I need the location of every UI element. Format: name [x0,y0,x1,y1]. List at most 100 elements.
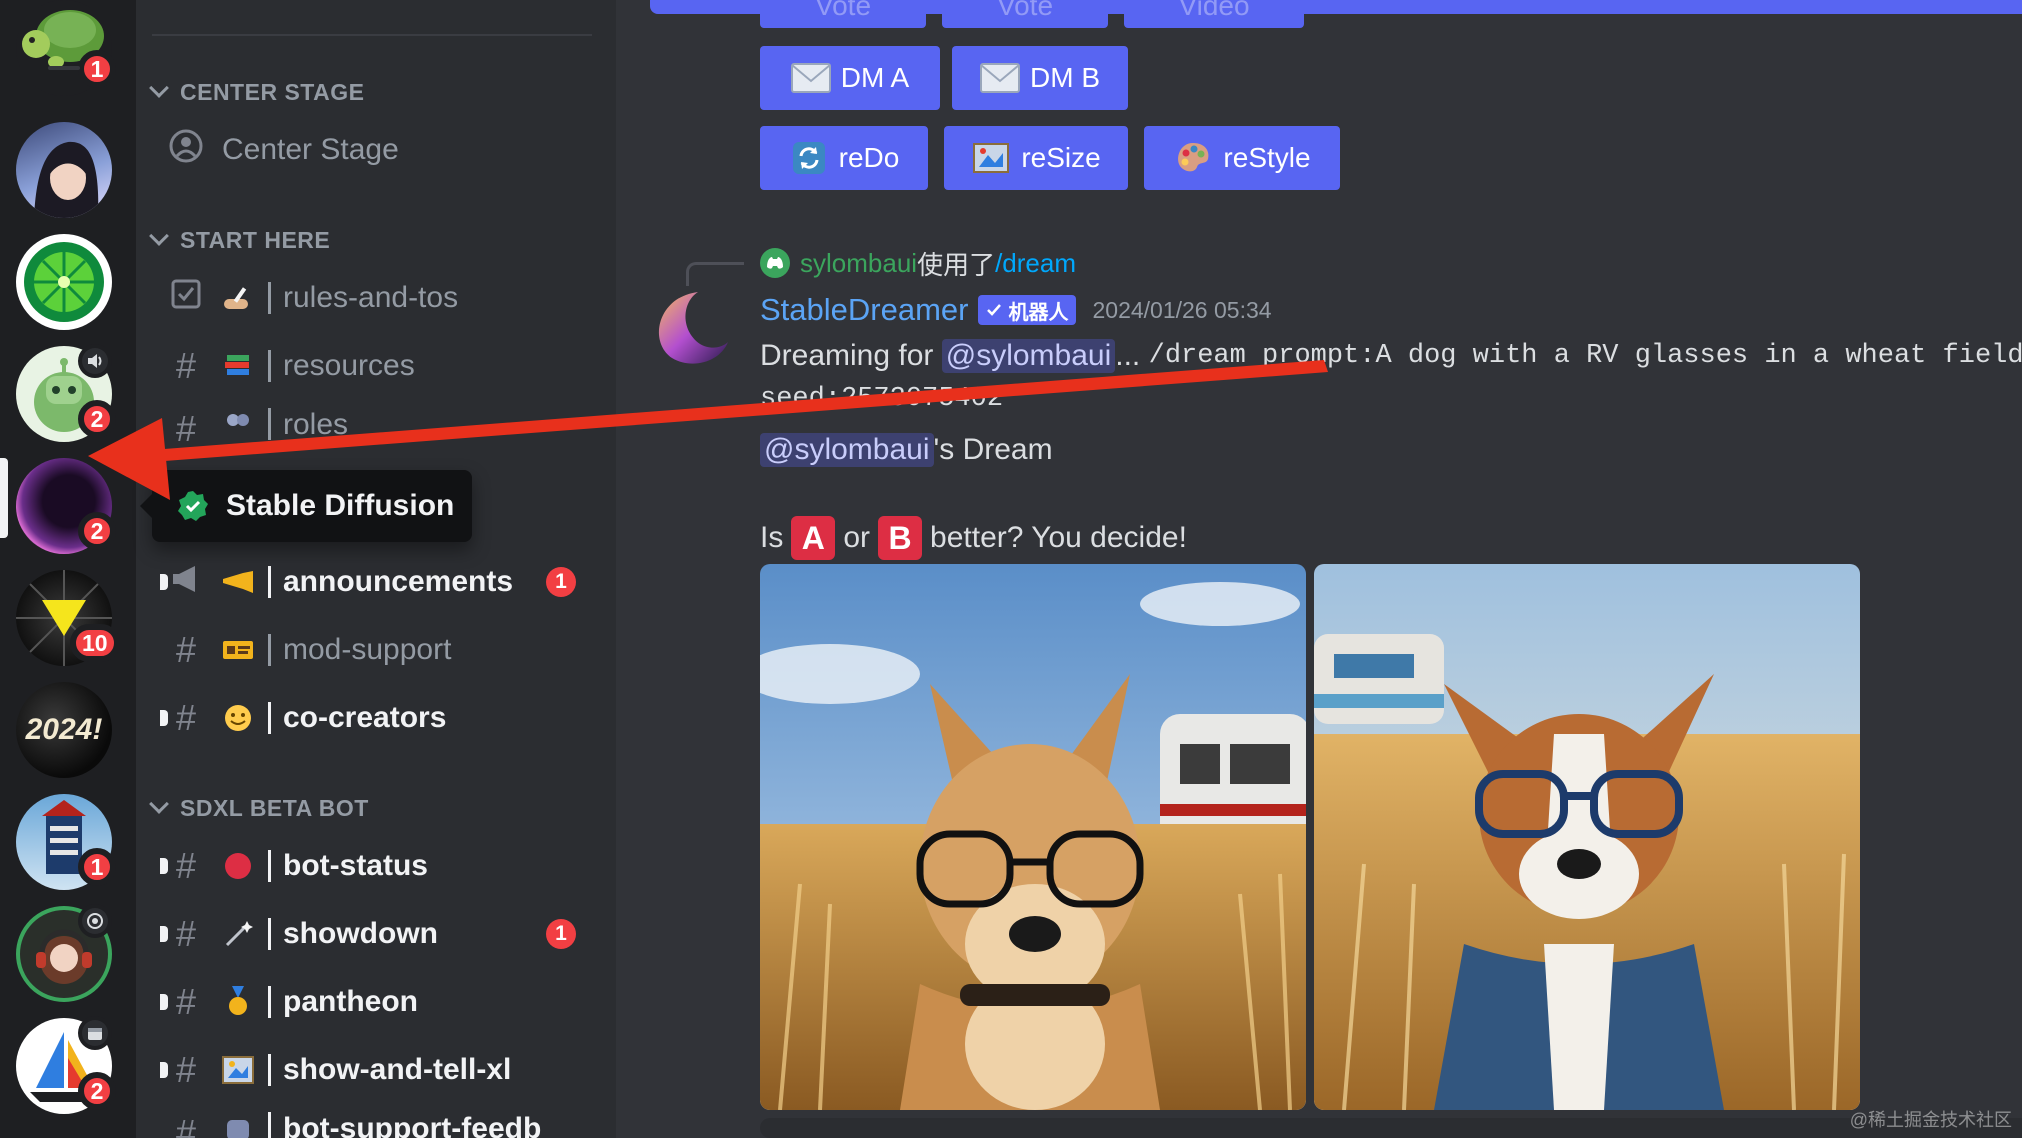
video-button[interactable]: Video [1124,0,1304,28]
channel-label: announcements [283,565,514,598]
channel-rules-and-tos[interactable]: rules-and-tos [166,272,586,324]
generated-image-a[interactable] [760,564,1306,1110]
separator-bar [268,702,271,734]
discord-avatar-icon [760,248,790,278]
author-name[interactable]: StableDreamer [760,292,968,328]
mention-count-badge: 1 [546,567,576,597]
stage-channel-icon [166,128,206,173]
books-icon [218,349,258,383]
hash-icon: # [175,697,197,738]
category-sdxl-beta-bot[interactable]: SDXL BETA BOT [146,792,369,824]
palette-icon [1173,141,1213,175]
rail-separator [48,66,80,70]
stable-diffusion-server-icon[interactable]: 2 [16,458,116,554]
reply-connector [686,262,744,286]
rv-trailer [1314,634,1444,724]
button-label: Video [1178,0,1250,21]
lime-server-icon[interactable] [16,234,112,330]
generated-image-b[interactable] [1314,564,1860,1110]
channel-bot-status[interactable]: # bot-status [160,840,586,892]
separator-bar [268,350,271,382]
message-line-dreaming: Dreaming for @sylombaui... /dream prompt… [760,334,2022,378]
vote-b-button[interactable]: Vote [942,0,1108,28]
chevron-down-icon [149,794,169,814]
horn-icon [218,565,258,599]
tooltip-label: Stable Diffusion [226,489,455,522]
server-badge: 2 [78,400,116,438]
medal-icon [218,985,258,1019]
unread-indicator [160,926,168,942]
channel-mod-support[interactable]: # mod-support [166,624,586,676]
chevron-down-icon [149,226,169,246]
restyle-button[interactable]: reStyle [1144,126,1340,190]
watermark-text: @稀土掘金技术社区 [1849,1110,2012,1130]
server-badge: 10 [70,624,120,662]
channel-pantheon[interactable]: # pantheon [160,976,586,1028]
new-year-server-icon[interactable]: 2024! [16,682,112,778]
stabledreamer-avatar[interactable] [646,286,730,370]
category-start-here[interactable]: START HERE [146,224,330,256]
user-mention[interactable]: @sylombaui [760,433,934,467]
decide-is-text: Is [760,521,784,554]
channel-label: showdown [283,917,438,950]
channel-label: bot-support-feedb [283,1112,542,1138]
hash-icon: # [175,981,197,1022]
dm-a-button[interactable]: DM A [760,46,940,110]
user-mention[interactable]: @sylombaui [941,339,1116,373]
resize-button[interactable]: reSize [944,126,1128,190]
channel-label: pantheon [283,985,418,1018]
channel-label: bot-status [283,849,428,882]
separator-bar [268,566,271,598]
reply-username[interactable]: sylombaui [800,248,917,279]
channel-label: rules-and-tos [283,281,459,314]
server-rail: 1 2 2 10 2024! 1 2 [0,0,136,1138]
selected-server-pill [0,458,8,538]
category-center-stage[interactable]: CENTER STAGE [146,76,364,108]
channel-show-and-tell-xl[interactable]: # show-and-tell-xl [160,1044,586,1096]
message-line-decide: Is A or B better? You decide! [760,514,1187,562]
hash-icon: # [175,1049,197,1090]
channel-center-stage[interactable]: Center Stage [166,124,586,176]
b-button-emoji: B [878,516,923,560]
reply-used-text: 使用了 [917,249,996,280]
people-icon [218,408,258,442]
channel-label: mod-support [283,633,452,666]
hash-icon: # [175,629,197,670]
smile-icon [218,701,258,735]
stage-icon [78,904,112,938]
server-name-tooltip: Stable Diffusion [140,470,472,542]
button-label: Vote [996,0,1054,21]
channel-announcements[interactable]: announcements 1 [160,556,586,608]
reply-command[interactable]: /dream [995,248,1076,279]
bot-tag-label: 机器人 [1008,301,1069,324]
separator-bar [268,986,271,1018]
unread-indicator [160,994,168,1010]
message-line-dream-title: @sylombaui's Dream [760,428,1053,472]
channel-bot-support-feedback[interactable]: # bot-support-feedb [166,1112,586,1138]
vote-a-button[interactable]: Vote [760,0,926,28]
channel-co-creators[interactable]: # co-creators [160,692,586,744]
command-reply-header[interactable]: sylombaui 使用了 /dream [760,246,1076,280]
keep-calm-server-icon[interactable]: 1 [16,794,116,890]
robot-server-icon[interactable]: 2 [16,344,116,442]
bot-tag: 机器人 [978,295,1077,325]
button-label: DM A [840,62,910,93]
anime-server-icon[interactable] [16,122,112,218]
channel-roles[interactable]: # roles [166,408,586,444]
verified-server-icon [178,491,208,521]
checkmark-icon [987,304,1002,316]
sailboat-server-icon[interactable]: 2 [16,1016,116,1114]
horizontal-scrollbar[interactable] [760,1118,2022,1138]
channel-label: resources [283,349,415,382]
channel-showdown[interactable]: # showdown 1 [160,908,586,960]
headphones-server-icon[interactable] [16,904,112,1002]
channel-resources[interactable]: # resources [166,340,586,392]
banner-2024-text: 2024! [25,713,103,746]
divider [152,34,592,36]
redo-button[interactable]: reDo [760,126,928,190]
dm-b-button[interactable]: DM B [952,46,1128,110]
turtle-server-icon[interactable]: 1 [16,0,116,96]
yellow-triangle-server-icon[interactable]: 10 [16,570,120,666]
writing-hand-icon [218,281,258,315]
robot-emoji-icon [218,1112,258,1138]
